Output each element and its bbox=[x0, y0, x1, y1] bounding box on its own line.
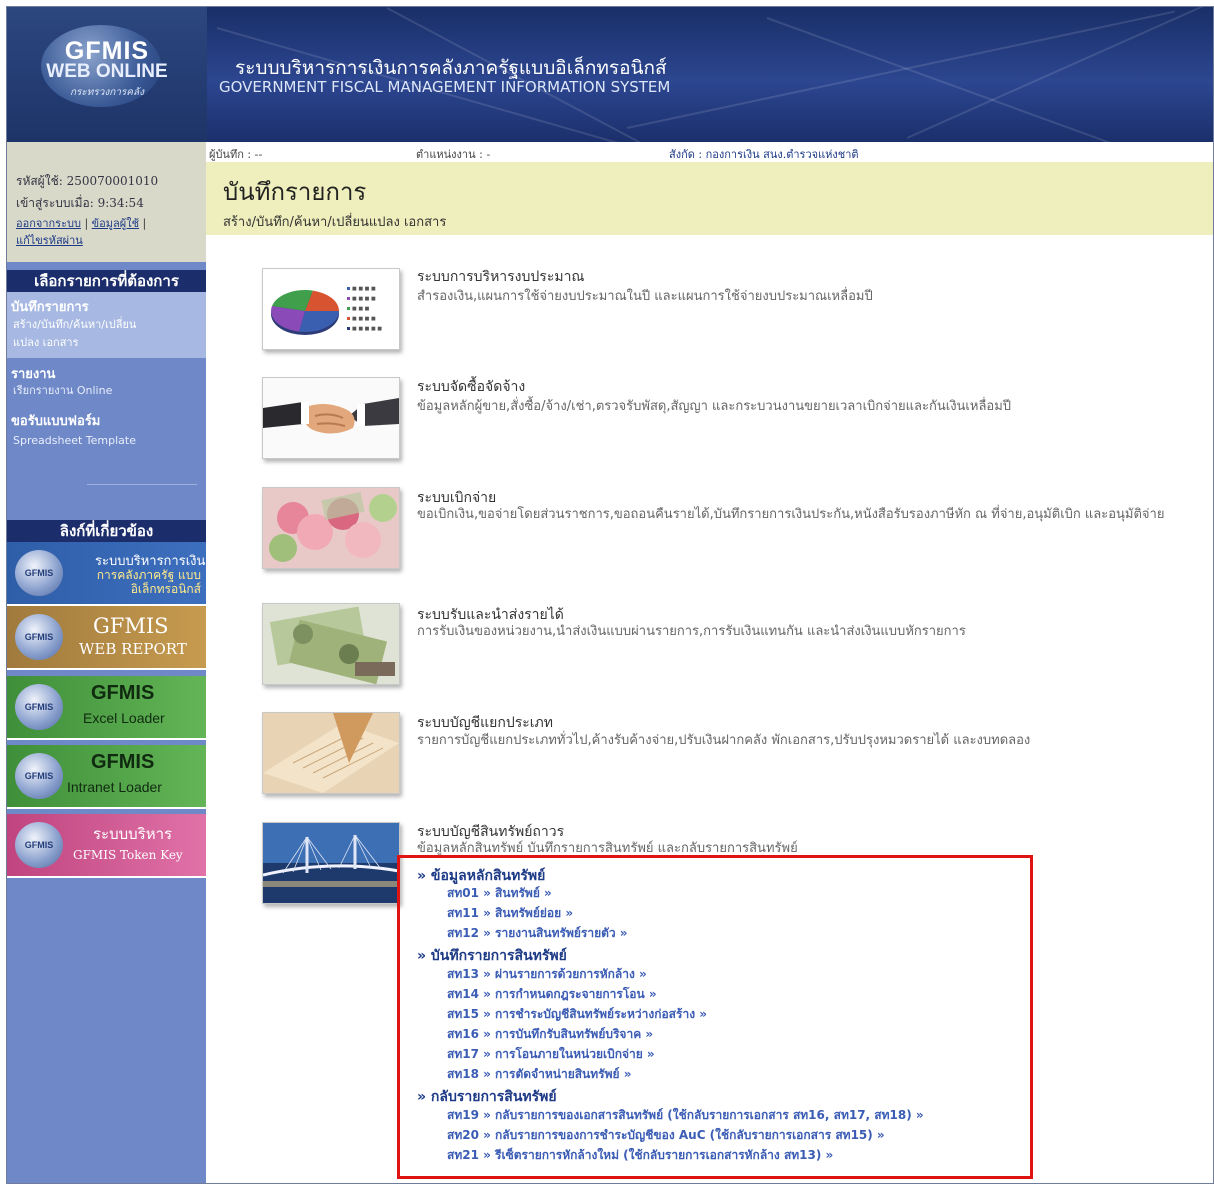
gfmis-badge-icon: GFMIS bbox=[15, 822, 63, 868]
page-title-band: บันทึกรายการ สร้าง/บันทึก/ค้นหา/เปลี่ยนแ… bbox=[206, 162, 1213, 235]
login-time: เข้าสู่ระบบเมื่อ: 9:34:54 bbox=[16, 196, 144, 210]
menu-header: เลือกรายการที่ต้องการ bbox=[7, 270, 206, 292]
gfmis-badge-icon: GFMIS bbox=[15, 550, 63, 596]
sidebar: รหัสผู้ใช้: 250070001010 เข้าสู่ระบบเมื่… bbox=[7, 142, 206, 1183]
gfmis-badge-icon: GFMIS bbox=[15, 753, 63, 799]
department-label: สังกัด : กองการเงิน สนง.ตำรวจแห่งชาติ bbox=[669, 148, 859, 161]
sidebar-item-record[interactable]: บันทึกรายการ bbox=[11, 296, 89, 317]
svg-text:■ ■ ■: ■ ■ ■ bbox=[352, 306, 370, 312]
svg-text:■ ■ ■ ■: ■ ■ ■ ■ bbox=[352, 296, 376, 302]
gfmis-logo: GFMIS WEB ONLINE กระทรวงการคลัง bbox=[7, 7, 207, 142]
user-id: รหัสผู้ใช้: 250070001010 bbox=[16, 174, 159, 188]
svg-text:■ ■ ■ ■: ■ ■ ■ ■ bbox=[352, 286, 376, 292]
profile-link[interactable]: ข้อมูลผู้ใช้ bbox=[92, 217, 139, 230]
sidebar-item-form-sub[interactable]: Spreadsheet Template bbox=[13, 432, 136, 450]
asset-link-st17[interactable]: สท17 » การโอนภายในหน่วยเบิกจ่าย » bbox=[447, 1045, 655, 1064]
page-subtitle: สร้าง/บันทึก/ค้นหา/เปลี่ยนแปลง เอกสาร bbox=[223, 215, 447, 230]
link-gfmis-token-key[interactable]: GFMIS ระบบบริหาร GFMIS Token Key bbox=[7, 814, 206, 878]
asset-link-st21[interactable]: สท21 » รีเซ็ตรายการหักล้างใหม่ (ใช้กลับร… bbox=[447, 1146, 833, 1165]
svg-text:■ ■ ■ ■: ■ ■ ■ ■ bbox=[352, 316, 376, 322]
recorder-label: ผู้บันทึก : -- bbox=[209, 148, 263, 161]
link-gfmis-web-report[interactable]: GFMIS GFMIS WEB REPORT bbox=[7, 606, 206, 670]
pie-chart-image[interactable]: ■ ■ ■ ■ ■ ■ ■ ■ ■ ■ ■ ■ ■ ■ ■ ■ ■ ■ ■ ■ bbox=[262, 268, 400, 350]
asset-link-st01[interactable]: สท01 » สินทรัพย์ » bbox=[447, 884, 552, 903]
asset-link-st13[interactable]: สท13 » ผ่านรายการด้วยการหักล้าง » bbox=[447, 965, 647, 984]
svg-text:■ ■ ■ ■ ■: ■ ■ ■ ■ ■ bbox=[352, 326, 382, 332]
link-gfmis-main[interactable]: GFMIS ระบบบริหารการเงิน การคลังภาครัฐ แบ… bbox=[7, 542, 206, 606]
handshake-image[interactable] bbox=[262, 377, 400, 459]
gfmis-badge-icon: GFMIS bbox=[15, 614, 63, 660]
asset-group-record[interactable]: » บันทึกรายการสินทรัพย์ bbox=[417, 945, 567, 967]
asset-link-st11[interactable]: สท11 » สินทรัพย์ย่อย » bbox=[447, 904, 573, 923]
page-title: บันทึกรายการ bbox=[223, 178, 367, 206]
money-flowers-image[interactable] bbox=[262, 487, 400, 569]
asset-link-st15[interactable]: สท15 » การชำระบัญชีสินทรัพย์ระหว่างก่อสร… bbox=[447, 1005, 707, 1024]
asset-link-st19[interactable]: สท19 » กลับรายการของเอกสารสินทรัพย์ (ใช้… bbox=[447, 1106, 924, 1125]
asset-link-st14[interactable]: สท14 » การกำหนดกฎระจายการโอน » bbox=[447, 985, 657, 1004]
related-links-header: ลิงก์ที่เกี่ยวข้อง bbox=[7, 520, 206, 542]
app-window: GFMIS WEB ONLINE กระทรวงการคลัง ระบบบริห… bbox=[6, 6, 1214, 1184]
link-gfmis-excel-loader[interactable]: GFMIS GFMIS Excel Loader bbox=[7, 676, 206, 740]
system-disbursement-desc: ขอเบิกเงิน,ขอจ่ายโดยส่วนราชการ,ขอถอนคืนร… bbox=[417, 507, 1165, 522]
bridge-image[interactable] bbox=[262, 822, 400, 904]
position-label: ตำแหน่งงาน : - bbox=[416, 148, 491, 161]
system-procurement-title[interactable]: ระบบจัดซื้อจัดจ้าง bbox=[417, 376, 525, 398]
system-name-english: GOVERNMENT FISCAL MANAGEMENT INFORMATION… bbox=[219, 78, 671, 96]
sidebar-item-report[interactable]: รายงาน bbox=[11, 363, 55, 384]
sidebar-item-form[interactable]: ขอรับแบบฟอร์ม bbox=[11, 410, 100, 431]
link-gfmis-intranet-loader[interactable]: GFMIS GFMIS Intranet Loader bbox=[7, 745, 206, 809]
asset-link-st16[interactable]: สท16 » การบันทึกรับสินทรัพย์บริจาค » bbox=[447, 1025, 653, 1044]
asset-link-st12[interactable]: สท12 » รายงานสินทรัพย์รายตัว » bbox=[447, 924, 628, 943]
system-revenue-desc: การรับเงินของหน่วยงาน,นำส่งเงินแบบผ่านรา… bbox=[417, 624, 966, 639]
sidebar-menu: บันทึกรายการ สร้าง/บันทึก/ค้นหา/เปลี่ยน … bbox=[7, 292, 206, 507]
asset-link-st18[interactable]: สท18 » การตัดจำหน่ายสินทรัพย์ » bbox=[447, 1065, 631, 1084]
asset-link-st20[interactable]: สท20 » กลับรายการของการชำระบัญชีของ AuC … bbox=[447, 1126, 885, 1145]
system-budget-desc: สำรองเงิน,แผนการใช้จ่ายงบประมาณในปี และแ… bbox=[417, 289, 873, 304]
system-budget-title[interactable]: ระบบการบริหารงบประมาณ bbox=[417, 266, 584, 288]
sidebar-item-report-sub[interactable]: เรียกรายงาน Online bbox=[13, 382, 112, 400]
sidebar-item-record-sub2[interactable]: แปลง เอกสาร bbox=[13, 334, 79, 352]
sidebar-item-record-sub1[interactable]: สร้าง/บันทึก/ค้นหา/เปลี่ยน bbox=[13, 316, 136, 334]
ledger-image[interactable] bbox=[262, 712, 400, 794]
logo-ministry: กระทรวงการคลัง bbox=[70, 87, 144, 98]
logout-link[interactable]: ออกจากระบบ bbox=[16, 217, 81, 230]
system-procurement-desc: ข้อมูลหลักผู้ขาย,สั่งซื้อ/จ้าง/เช่า,ตรวจ… bbox=[417, 399, 1012, 414]
banknotes-image[interactable] bbox=[262, 603, 400, 685]
asset-group-reverse[interactable]: » กลับรายการสินทรัพย์ bbox=[417, 1086, 557, 1108]
header-banner: GFMIS WEB ONLINE กระทรวงการคลัง ระบบบริห… bbox=[7, 7, 1213, 142]
change-password-link[interactable]: แก้ไขรหัสผ่าน bbox=[16, 234, 83, 247]
user-info-panel: รหัสผู้ใช้: 250070001010 เข้าสู่ระบบเมื่… bbox=[7, 142, 206, 262]
user-context-bar: ผู้บันทึก : -- ตำแหน่งงาน : - สังกัด : ก… bbox=[206, 142, 1213, 162]
gfmis-badge-icon: GFMIS bbox=[15, 684, 63, 730]
logo-subtitle: WEB ONLINE bbox=[46, 61, 168, 82]
system-ledger-desc: รายการบัญชีแยกประเภททั่วไป,ค้างรับค้างจ่… bbox=[417, 733, 1031, 748]
